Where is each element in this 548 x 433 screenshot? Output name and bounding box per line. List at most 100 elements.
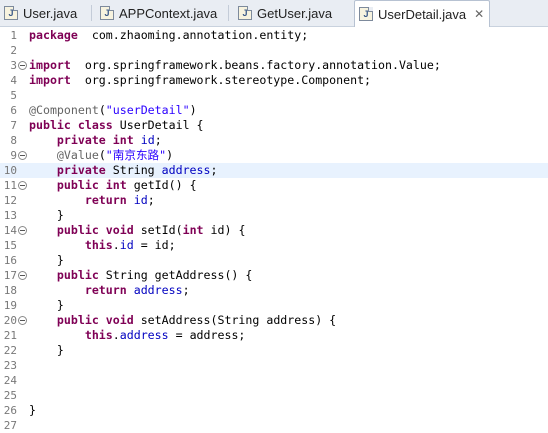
code-token: class (77, 118, 113, 132)
code-text: public int getId() { (29, 178, 197, 193)
tab-getuser-java[interactable]: J GetUser.java (234, 1, 348, 25)
code-line[interactable]: 19 } (0, 298, 548, 313)
code-line[interactable]: 16 } (0, 253, 548, 268)
code-token: ) (189, 103, 197, 117)
code-line[interactable]: 15 this.id = id; (0, 238, 548, 253)
code-line[interactable]: 25 (0, 388, 548, 403)
code-line[interactable]: 4 import org.springframework.stereotype.C… (0, 73, 548, 88)
line-number: 27 (3, 419, 17, 432)
code-line[interactable]: 2 (0, 43, 548, 58)
code-editor[interactable]: 1 package com.zhaoming.annotation.entity;… (0, 27, 548, 432)
code-line[interactable]: 24 (0, 373, 548, 388)
code-line[interactable]: 22 } (0, 343, 548, 358)
code-text: } (29, 343, 64, 358)
code-token: ( (98, 103, 106, 117)
code-token: return (84, 283, 127, 297)
tab-label: User.java (23, 5, 78, 21)
line-number: 14 (3, 224, 17, 237)
code-token: ; (210, 163, 218, 177)
code-token: getId() { (126, 178, 197, 192)
code-line[interactable]: 7 public class UserDetail { (0, 118, 548, 133)
line-number: 9 (10, 149, 17, 162)
code-text: @Value("南京东路") (29, 148, 173, 163)
code-token: } (29, 403, 36, 417)
code-token: package (29, 28, 78, 42)
code-line[interactable]: 13 } (0, 208, 548, 223)
code-line[interactable]: 23 (0, 358, 548, 373)
code-text: public void setId(int id) { (29, 223, 246, 238)
code-line[interactable]: 12 return id; (0, 193, 548, 208)
code-token: } (29, 253, 64, 267)
code-token: ( (98, 148, 106, 162)
code-token: setAddress(String address) { (133, 313, 337, 327)
code-token: public (56, 178, 99, 192)
line-number: 17 (3, 269, 17, 282)
line-number: 11 (3, 179, 17, 192)
fold-collapse-icon[interactable] (18, 226, 27, 235)
code-token: int (105, 178, 127, 192)
code-line[interactable]: 18 return address; (0, 283, 548, 298)
code-text: return id; (29, 193, 155, 208)
fold-collapse-icon[interactable] (18, 271, 27, 280)
tab-label: APPContext.java (119, 5, 218, 21)
code-token: public (56, 313, 99, 327)
code-line[interactable]: 10 private String address; (0, 163, 548, 178)
code-line[interactable]: 6 @Component("userDetail") (0, 103, 548, 118)
editor-tab-bar: J User.java J APPContext.java J GetUser.… (0, 0, 548, 27)
code-token: public (56, 223, 99, 237)
code-line[interactable]: 9 @Value("南京东路") (0, 148, 548, 163)
fold-collapse-icon[interactable] (18, 61, 27, 70)
code-line[interactable]: 3 import org.springframework.beans.factor… (0, 58, 548, 73)
line-number: 16 (3, 254, 17, 267)
code-line[interactable]: 1 package com.zhaoming.annotation.entity; (0, 28, 548, 43)
code-line[interactable]: 26} (0, 403, 548, 418)
code-token: ; (182, 283, 190, 297)
code-line[interactable]: 11 public int getId() { (0, 178, 548, 193)
line-number: 13 (3, 209, 17, 222)
line-number: 10 (3, 164, 17, 177)
code-token: id (133, 193, 148, 207)
code-token: } (29, 208, 64, 222)
code-token: return (84, 193, 127, 207)
tab-user-java[interactable]: J User.java (0, 1, 90, 25)
tab-appcontext-java[interactable]: J APPContext.java (96, 1, 226, 25)
line-number: 26 (3, 404, 17, 417)
java-file-icon: J (238, 6, 252, 20)
line-number: 7 (10, 119, 17, 132)
code-token: . (112, 328, 120, 342)
fold-collapse-icon[interactable] (18, 151, 27, 160)
close-tab-icon[interactable]: ✕ (474, 7, 484, 21)
code-token: void (105, 313, 134, 327)
code-line[interactable]: 21 this.address = address; (0, 328, 548, 343)
code-token: id) { (203, 223, 246, 237)
fold-collapse-icon[interactable] (18, 316, 27, 325)
code-text: public class UserDetail { (29, 118, 204, 133)
code-token: address (119, 328, 169, 342)
code-token: @Value (56, 148, 99, 162)
line-number: 20 (3, 314, 17, 327)
tab-userdetail-java[interactable]: J UserDetail.java ✕ (354, 0, 490, 27)
code-token: ; (154, 133, 162, 147)
code-line[interactable]: 27 (0, 418, 548, 433)
code-token: "userDetail" (105, 103, 190, 117)
code-line[interactable]: 17 public String getAddress() { (0, 268, 548, 283)
code-token: com.zhaoming.annotation.entity; (77, 28, 309, 42)
java-file-icon: J (359, 7, 373, 21)
code-line[interactable]: 8 private int id; (0, 133, 548, 148)
code-token: org.springframework.beans.factory.annota… (70, 58, 441, 72)
code-line[interactable]: 14 public void setId(int id) { (0, 223, 548, 238)
tab-label: GetUser.java (257, 5, 333, 21)
code-line[interactable]: 20 public void setAddress(String address… (0, 313, 548, 328)
code-token: public (29, 118, 71, 132)
fold-collapse-icon[interactable] (18, 181, 27, 190)
code-line[interactable]: 5 (0, 88, 548, 103)
